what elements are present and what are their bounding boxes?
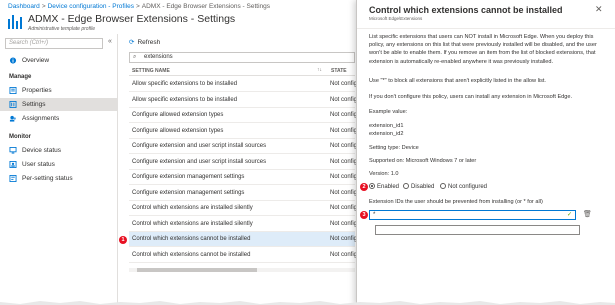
sort-icon[interactable]: ↑↓	[317, 67, 322, 73]
page-subtitle: Administrative template profile	[28, 26, 95, 32]
search-icon: ⌕	[133, 54, 137, 60]
setting-type: Setting type: Device	[369, 145, 419, 151]
table-row[interactable]: Allow specific extensions to be installe…	[129, 77, 360, 92]
table-row[interactable]: Control which extensions cannot be insta…	[129, 232, 360, 247]
per-setting-status-icon	[9, 175, 17, 182]
page-header: ADMX - Edge Browser Extensions - Setting…	[8, 13, 358, 35]
column-setting-name[interactable]: SETTING NAME	[132, 68, 170, 74]
setting-detail-panel: Control which extensions cannot be insta…	[356, 0, 615, 305]
radio-disabled[interactable]: Disabled	[403, 183, 434, 190]
setting-name-cell: Allow specific extensions to be installe…	[132, 81, 238, 87]
setting-name-cell: Configure extension management settings	[132, 174, 245, 180]
table-row[interactable]: Configure extension and user script inst…	[129, 155, 360, 170]
setting-name-cell: Control which extensions cannot be insta…	[132, 236, 251, 242]
assignments-icon	[9, 115, 16, 122]
sidebar-item-per-setting-status[interactable]: Per-setting status	[0, 172, 118, 185]
close-icon[interactable]: ✕	[595, 4, 603, 15]
table-row[interactable]: Control which extensions cannot be insta…	[129, 248, 360, 263]
breadcrumb-separator: >	[41, 3, 46, 10]
manage-heading: Manage	[9, 74, 32, 80]
setting-name-cell: Control which extensions are installed s…	[132, 220, 253, 227]
example-value-1: extension_id1	[369, 123, 404, 129]
version: Version: 1.0	[369, 171, 399, 177]
setting-name-cell: Control which extensions are installed s…	[132, 205, 253, 211]
breadcrumb-dashboard[interactable]: Dashboard	[8, 3, 40, 10]
step-badge-2: 2	[360, 183, 368, 191]
step-badge-1: 1	[119, 235, 127, 244]
example-value-2: extension_id2	[369, 131, 404, 137]
breadcrumb-current: ADMX - Edge Browser Extensions - Setting…	[141, 3, 271, 10]
setting-name-cell: Configure extension management settings	[132, 189, 245, 196]
table-header: SETTING NAME ↑↓ STATE	[129, 66, 355, 76]
device-status-icon	[9, 147, 17, 154]
scrollbar-thumb[interactable]	[137, 268, 257, 272]
panel-subtitle: Microsoft Edge\Extensions	[369, 16, 423, 21]
refresh-icon: ⟳	[129, 39, 135, 46]
wildcard-note: Use "*" to block all extensions that are…	[369, 78, 546, 84]
sidebar: Search (Ctrl+/) « Overview Manage Proper…	[0, 34, 118, 305]
sidebar-item-overview[interactable]: Overview	[0, 54, 118, 67]
extension-id-empty-input[interactable]	[375, 225, 580, 235]
setting-name-cell: Configure extension and user script inst…	[132, 143, 267, 149]
sidebar-item-device-status[interactable]: Device status	[0, 144, 118, 157]
delete-icon[interactable]: 🗑	[583, 210, 592, 218]
extension-id-input[interactable]: * ✓	[369, 210, 576, 220]
sidebar-item-properties[interactable]: Properties	[0, 84, 118, 97]
supported-on: Supported on: Microsoft Windows 7 or lat…	[369, 158, 477, 164]
panel-title: Control which extensions cannot be insta…	[369, 5, 563, 15]
column-state[interactable]: STATE	[331, 68, 347, 74]
table-row[interactable]: Configure allowed extension types Not con…	[129, 108, 360, 123]
breadcrumb-separator: >	[135, 3, 140, 10]
policy-description: List specific extensions that users can …	[369, 34, 597, 65]
table-row[interactable]: Configure extension management settings N…	[129, 170, 360, 185]
table-row[interactable]: Control which extensions are installed s…	[129, 201, 360, 216]
table-row[interactable]: Allow specific extensions to be installe…	[129, 93, 360, 108]
checkmark-icon: ✓	[566, 212, 572, 218]
properties-icon	[9, 87, 17, 94]
table-row[interactable]: Configure extension management settings N…	[129, 186, 360, 201]
user-status-icon	[9, 161, 17, 168]
info-icon	[9, 57, 17, 64]
table-row[interactable]: Configure extension and user script inst…	[129, 139, 360, 154]
radio-enabled[interactable]: Enabled	[369, 183, 399, 190]
extension-ids-label: Extension IDs the user should be prevent…	[369, 199, 543, 205]
profile-icon	[8, 15, 22, 29]
step-badge-3: 3	[360, 211, 368, 219]
sidebar-item-assignments[interactable]: Assignments	[0, 112, 118, 125]
not-configured-note: If you don't configure this policy, user…	[369, 94, 573, 100]
divider	[357, 28, 615, 29]
radio-not-configured[interactable]: Not configured	[440, 183, 487, 190]
page-title: ADMX - Edge Browser Extensions - Setting…	[28, 13, 236, 25]
setting-name-cell: Control which extensions cannot be insta…	[132, 251, 251, 258]
setting-name-cell: Configure extension and user script inst…	[132, 158, 267, 165]
setting-name-cell: Allow specific extensions to be installe…	[132, 96, 238, 103]
refresh-button[interactable]: ⟳ Refresh	[129, 38, 160, 46]
example-label: Example value:	[369, 109, 408, 115]
sidebar-item-settings[interactable]: Settings	[0, 98, 118, 111]
table-row[interactable]: Control which extensions are installed s…	[129, 217, 360, 232]
breadcrumb: Dashboard > Device configuration - Profile…	[8, 3, 270, 10]
sidebar-item-user-status[interactable]: User status	[0, 158, 118, 171]
settings-icon	[9, 101, 17, 108]
settings-filter-input[interactable]: ⌕ extensions	[129, 52, 355, 63]
monitor-heading: Monitor	[9, 134, 31, 140]
collapse-sidebar-button[interactable]: «	[108, 38, 112, 45]
horizontal-scrollbar[interactable]	[129, 268, 355, 272]
setting-name-cell: Configure allowed extension types	[132, 112, 224, 118]
torn-edge	[0, 301, 615, 305]
breadcrumb-profiles[interactable]: Device configuration - Profiles	[48, 3, 134, 10]
table-row[interactable]: Configure allowed extension types Not con…	[129, 124, 360, 139]
sidebar-search-input[interactable]: Search (Ctrl+/)	[5, 38, 103, 49]
setting-name-cell: Configure allowed extension types	[132, 127, 224, 134]
